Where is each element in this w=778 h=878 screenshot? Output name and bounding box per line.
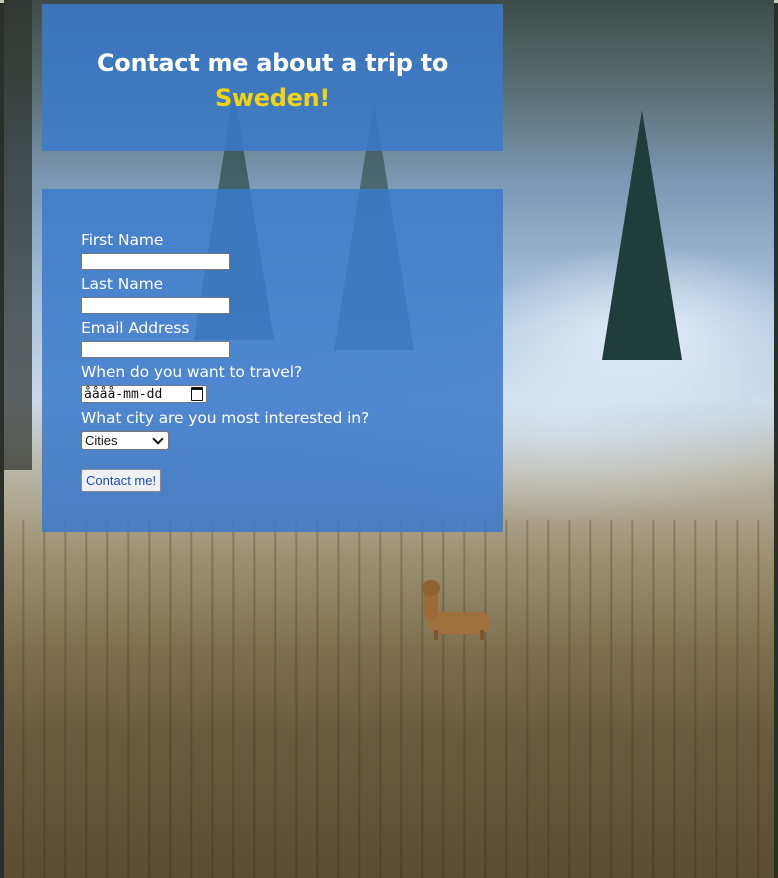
calendar-icon[interactable]	[191, 387, 203, 401]
title-text: Contact me about a trip to	[96, 49, 449, 77]
deer-head	[422, 580, 440, 596]
travel-date-value: åååå-mm-dd	[84, 386, 163, 402]
travel-date-label: When do you want to travel?	[81, 363, 303, 381]
first-name-label: First Name	[81, 231, 164, 249]
email-label: Email Address	[81, 319, 190, 337]
contact-form: First Name Last Name Email Address When …	[42, 189, 503, 532]
city-select[interactable]: Cities	[81, 431, 169, 450]
deer-leg	[434, 630, 438, 640]
tree-trunk	[4, 0, 32, 470]
header-panel: Contact me about a trip to Sweden!	[42, 4, 503, 151]
city-select-value: Cities	[85, 433, 118, 448]
page-title: Contact me about a trip to Sweden!	[42, 46, 503, 116]
meadow-weeds	[4, 520, 774, 878]
city-label: What city are you most interested in?	[81, 409, 370, 427]
pine-tree	[602, 110, 682, 360]
last-name-field[interactable]	[81, 297, 230, 314]
first-name-field[interactable]	[81, 253, 230, 270]
travel-date-field[interactable]: åååå-mm-dd	[81, 385, 207, 403]
last-name-label: Last Name	[81, 275, 164, 293]
deer-leg	[480, 630, 484, 640]
chevron-down-icon	[152, 432, 164, 445]
email-field[interactable]	[81, 341, 230, 358]
contact-me-button[interactable]: Contact me!	[81, 469, 162, 492]
title-accent: Sweden!	[214, 84, 331, 112]
